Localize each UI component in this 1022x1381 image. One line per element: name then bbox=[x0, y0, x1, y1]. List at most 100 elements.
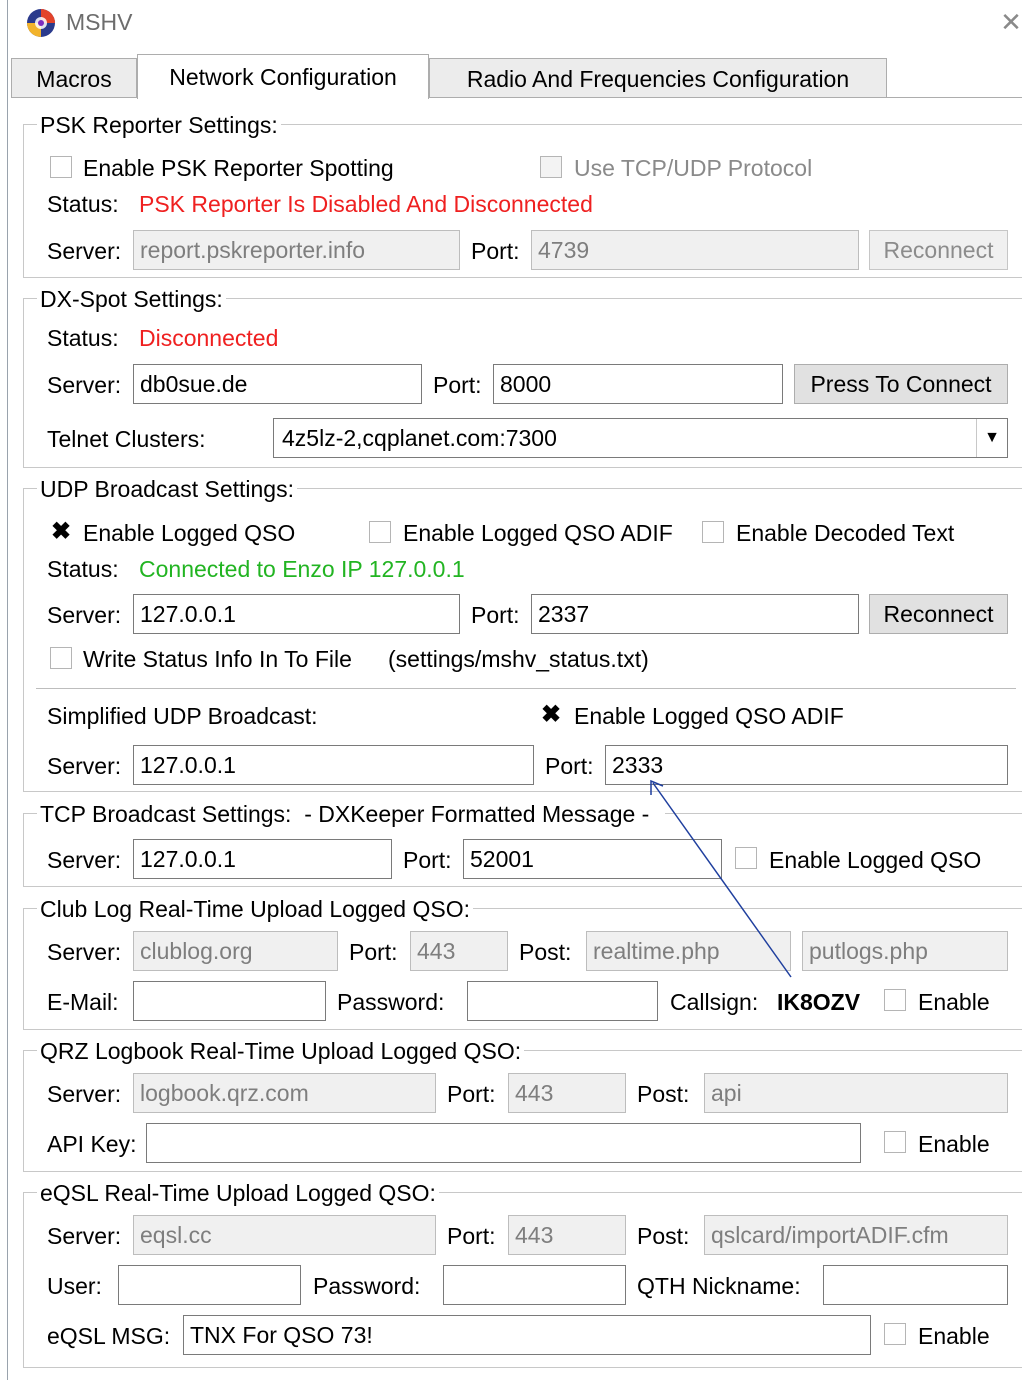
clublog-server-field[interactable]: clublog.org bbox=[133, 931, 338, 971]
udp-reconnect-button[interactable]: Reconnect bbox=[869, 594, 1008, 634]
clublog-callsign-value: IK8OZV bbox=[777, 989, 861, 1015]
write-status-file: (settings/mshv_status.txt) bbox=[388, 646, 649, 672]
clublog-email-field[interactable] bbox=[133, 981, 326, 1021]
write-status-label: Write Status Info In To File bbox=[83, 646, 352, 672]
eqsl-post-field[interactable]: qslcard/importADIF.cfm bbox=[704, 1215, 1008, 1255]
tcp-server-field[interactable]: 127.0.0.1 bbox=[133, 839, 392, 879]
window-title: MSHV bbox=[66, 9, 133, 35]
qrz-apikey-field[interactable] bbox=[146, 1123, 861, 1163]
tcp-port-field[interactable]: 52001 bbox=[463, 839, 722, 879]
title-bar: MSHV ✕ bbox=[8, 0, 1022, 48]
udp-server-label: Server: bbox=[47, 602, 122, 628]
settings-window: MSHV ✕ Macros Network Configuration Radi… bbox=[7, 0, 1022, 1381]
simplified-server-label: Server: bbox=[47, 753, 122, 779]
psk-port-label: Port: bbox=[471, 238, 520, 264]
simplified-udp-label: Simplified UDP Broadcast: bbox=[47, 703, 318, 729]
dx-server-label: Server: bbox=[47, 372, 122, 398]
eqsl-msg-field[interactable]: TNX For QSO 73! bbox=[183, 1315, 871, 1355]
simplified-server-field[interactable]: 127.0.0.1 bbox=[133, 745, 534, 785]
udp-logged-adif-checkbox[interactable] bbox=[369, 521, 391, 543]
qrz-post-field[interactable]: api bbox=[704, 1073, 1008, 1113]
tab-macros[interactable]: Macros bbox=[11, 58, 137, 98]
psk-enable-checkbox[interactable] bbox=[50, 156, 72, 178]
clublog-title: Club Log Real-Time Upload Logged QSO: bbox=[37, 896, 473, 922]
tcp-enable-label: Enable Logged QSO bbox=[769, 847, 982, 873]
udp-port-label: Port: bbox=[471, 602, 520, 628]
eqsl-password-label: Password: bbox=[313, 1273, 421, 1299]
dx-spot-title: DX-Spot Settings: bbox=[37, 286, 226, 312]
eqsl-server-field[interactable]: eqsl.cc bbox=[133, 1215, 436, 1255]
write-status-checkbox[interactable] bbox=[50, 647, 72, 669]
tcp-title-text: TCP Broadcast Settings: bbox=[40, 801, 292, 827]
dx-port-field[interactable]: 8000 bbox=[493, 364, 783, 404]
psk-reporter-title: PSK Reporter Settings: bbox=[37, 112, 281, 138]
clublog-post-label: Post: bbox=[519, 939, 572, 965]
eqsl-user-label: User: bbox=[47, 1273, 102, 1299]
qrz-enable-checkbox[interactable] bbox=[884, 1131, 906, 1153]
qrz-title: QRZ Logbook Real-Time Upload Logged QSO: bbox=[37, 1038, 525, 1064]
telnet-clusters-value: 4z5lz-2,cqplanet.com:7300 bbox=[282, 425, 557, 451]
clublog-callsign-label: Callsign: bbox=[670, 989, 759, 1015]
clublog-password-field[interactable] bbox=[467, 981, 658, 1021]
eqsl-qth-field[interactable] bbox=[823, 1265, 1008, 1305]
psk-tcp-checkbox[interactable] bbox=[540, 156, 562, 178]
tcp-server-label: Server: bbox=[47, 847, 122, 873]
qrz-port-field[interactable]: 443 bbox=[508, 1073, 626, 1113]
udp-decoded-checkbox[interactable] bbox=[702, 521, 724, 543]
eqsl-server-label: Server: bbox=[47, 1223, 122, 1249]
udp-logged-qso-checkbox[interactable]: ✖ bbox=[50, 520, 72, 544]
clublog-password-label: Password: bbox=[337, 989, 445, 1015]
mshv-app-icon bbox=[27, 9, 55, 37]
simplified-adif-label: Enable Logged QSO ADIF bbox=[574, 703, 844, 729]
udp-server-field[interactable]: 127.0.0.1 bbox=[133, 594, 460, 634]
clublog-enable-label: Enable bbox=[918, 989, 990, 1015]
eqsl-port-label: Port: bbox=[447, 1223, 496, 1249]
udp-broadcast-title: UDP Broadcast Settings: bbox=[37, 476, 297, 502]
psk-status-value: PSK Reporter Is Disabled And Disconnecte… bbox=[139, 191, 593, 217]
tab-radio-and-frequencies-configuration[interactable]: Radio And Frequencies Configuration bbox=[429, 58, 887, 98]
clublog-server-label: Server: bbox=[47, 939, 122, 965]
telnet-clusters-select[interactable]: 4z5lz-2,cqplanet.com:7300 ▼ bbox=[273, 418, 1008, 458]
chevron-down-icon[interactable]: ▼ bbox=[976, 419, 1007, 457]
dx-server-field[interactable]: db0sue.de bbox=[133, 364, 422, 404]
dx-status-label: Status: bbox=[47, 325, 119, 351]
eqsl-port-field[interactable]: 443 bbox=[508, 1215, 626, 1255]
udp-status-label: Status: bbox=[47, 556, 119, 582]
eqsl-enable-checkbox[interactable] bbox=[884, 1323, 906, 1345]
eqsl-msg-label: eQSL MSG: bbox=[47, 1323, 171, 1349]
clublog-port-label: Port: bbox=[349, 939, 398, 965]
tcp-subtitle: - DXKeeper Formatted Message - bbox=[304, 801, 650, 827]
psk-status-label: Status: bbox=[47, 191, 119, 217]
tab-network-configuration[interactable]: Network Configuration bbox=[137, 54, 429, 99]
clublog-enable-checkbox[interactable] bbox=[884, 989, 906, 1011]
qrz-server-field[interactable]: logbook.qrz.com bbox=[133, 1073, 436, 1113]
close-icon[interactable]: ✕ bbox=[999, 8, 1022, 36]
dx-connect-button[interactable]: Press To Connect bbox=[794, 364, 1008, 404]
dx-status-value: Disconnected bbox=[139, 325, 279, 351]
tcp-enable-checkbox[interactable] bbox=[735, 847, 757, 869]
clublog-post-field[interactable]: realtime.php bbox=[586, 931, 791, 971]
qrz-port-label: Port: bbox=[447, 1081, 496, 1107]
simplified-adif-checkbox[interactable]: ✖ bbox=[540, 703, 562, 727]
clublog-post2-field[interactable]: putlogs.php bbox=[802, 931, 1008, 971]
eqsl-title: eQSL Real-Time Upload Logged QSO: bbox=[37, 1180, 439, 1206]
udp-status-value: Connected to Enzo IP 127.0.0.1 bbox=[139, 556, 465, 582]
udp-logged-adif-label: Enable Logged QSO ADIF bbox=[403, 520, 673, 546]
clublog-email-label: E-Mail: bbox=[47, 989, 119, 1015]
eqsl-qth-label: QTH Nickname: bbox=[637, 1273, 801, 1299]
psk-server-label: Server: bbox=[47, 238, 122, 264]
qrz-post-label: Post: bbox=[637, 1081, 690, 1107]
tcp-broadcast-title: TCP Broadcast Settings: - DXKeeper Forma… bbox=[37, 801, 666, 827]
simplified-port-field[interactable]: 2333 bbox=[605, 745, 1008, 785]
udp-logged-qso-label: Enable Logged QSO bbox=[83, 520, 296, 546]
udp-separator bbox=[36, 688, 1016, 689]
qrz-enable-label: Enable bbox=[918, 1131, 990, 1157]
psk-port-field[interactable]: 4739 bbox=[531, 230, 859, 270]
clublog-port-field[interactable]: 443 bbox=[410, 931, 508, 971]
eqsl-password-field[interactable] bbox=[443, 1265, 626, 1305]
eqsl-user-field[interactable] bbox=[118, 1265, 301, 1305]
eqsl-enable-label: Enable bbox=[918, 1323, 990, 1349]
psk-reconnect-button[interactable]: Reconnect bbox=[869, 230, 1008, 270]
udp-port-field[interactable]: 2337 bbox=[531, 594, 859, 634]
psk-server-field[interactable]: report.pskreporter.info bbox=[133, 230, 460, 270]
